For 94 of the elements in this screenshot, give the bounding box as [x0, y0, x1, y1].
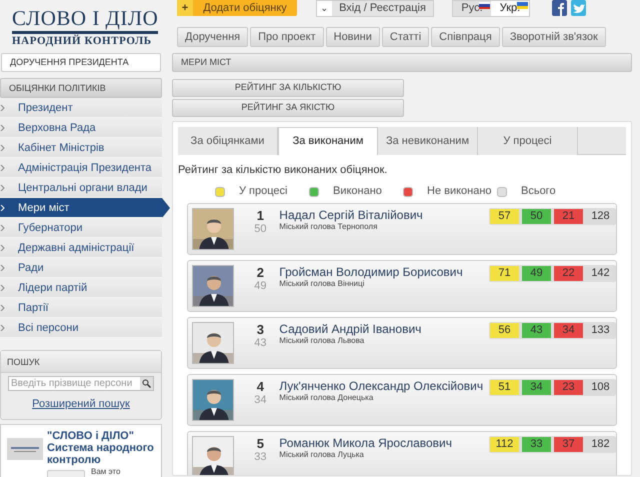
person-name-link[interactable]: Надал Сергій Віталійович — [279, 208, 489, 222]
add-promise-button[interactable]: + Додати обіцянку — [177, 0, 297, 16]
sidebar-item[interactable]: Всі персони — [0, 318, 162, 338]
logo-subtitle: НАРОДНИЙ КОНТРОЛЬ — [12, 35, 152, 48]
rank-number: 5 — [256, 436, 264, 450]
count-cell: 51 — [490, 380, 519, 394]
sidebar-item[interactable]: Президент — [0, 98, 162, 118]
logo-title[interactable]: СЛОВО І ДІЛО — [12, 6, 158, 34]
chevron-icon — [0, 164, 5, 170]
tab[interactable]: За обіцянками — [178, 127, 278, 155]
chevron-icon — [0, 184, 5, 190]
count-cell: 23 — [554, 380, 583, 394]
facebook-icon[interactable] — [552, 0, 567, 16]
chevron-icon — [0, 304, 5, 310]
person-name-link[interactable]: Романюк Микола Ярославович — [279, 436, 489, 450]
chevron-icon — [0, 244, 5, 250]
chevron-icon — [0, 104, 5, 110]
nav-tab[interactable]: Співпраця — [431, 27, 500, 47]
count-cell: 50 — [522, 208, 551, 224]
score-number: 43 — [254, 336, 267, 350]
chevron-icon — [0, 144, 5, 150]
nav-tab[interactable]: Статті — [382, 27, 430, 47]
rank-number: 2 — [256, 264, 264, 280]
chevron-icon — [0, 224, 5, 230]
section-header: ОБІЦЯНКИ ПОЛІТИКІВ — [0, 78, 162, 98]
sidebar-item[interactable]: Державні адміністрації — [0, 238, 162, 258]
nav-tab[interactable]: Про проект — [250, 27, 324, 47]
count-cell: 57 — [490, 208, 519, 224]
chevron-icon — [0, 324, 5, 330]
chevron-icon — [0, 284, 5, 290]
nav-tab[interactable]: Доручення — [177, 27, 248, 47]
tab[interactable]: За виконаним — [278, 127, 378, 155]
count-cell: 112 — [490, 436, 519, 452]
person-position: Міський голова Вінниці — [279, 278, 366, 288]
widget-title[interactable]: "СЛОВО і ДІЛО" Система народного контролю — [47, 430, 159, 466]
person-name-link[interactable]: Лук'янченко Олександр Олексійович — [279, 378, 489, 392]
count-cell: 22 — [554, 266, 583, 280]
person-name-link[interactable]: Садовий Андрій Іванович — [279, 322, 489, 336]
legend-label: Всього — [521, 184, 556, 200]
score-number: 49 — [254, 280, 267, 292]
sidebar-item[interactable]: Кабінет Міністрів — [0, 138, 162, 158]
count-cell: 37 — [554, 436, 583, 452]
rank-number: 3 — [256, 322, 264, 336]
count-cell: 71 — [490, 266, 519, 280]
sidebar-item[interactable]: Центральні органи влади — [0, 178, 162, 198]
sidebar-item[interactable]: Лідери партій — [0, 278, 162, 298]
dropdown-caret[interactable]: ⌄ — [317, 1, 332, 16]
person-position: Міський голова Луцька — [279, 450, 365, 460]
menu-link[interactable]: ДОРУЧЕННЯ ПРЕЗИДЕНТА — [1, 53, 161, 72]
sidebar-item[interactable]: Верховна Рада — [0, 118, 162, 138]
rank-number: 1 — [256, 208, 264, 222]
nav-tab[interactable]: Новини — [326, 27, 380, 47]
chevron-icon — [0, 204, 5, 210]
person-position: Міський голова Донецька — [279, 392, 374, 402]
count-cell: 34 — [554, 322, 583, 338]
login-link[interactable]: Вхід / Реєстрація — [332, 1, 433, 16]
legend-label: У процесі — [239, 184, 288, 200]
search-field[interactable]: Введіть прізвище персони — [8, 376, 154, 391]
count-cell: 56 — [490, 322, 519, 338]
tab[interactable]: За невиконаним — [378, 127, 478, 155]
count-cell: 21 — [554, 208, 583, 224]
nav-tab[interactable]: Зворотній зв'язок — [502, 27, 606, 47]
person-name-link[interactable]: Гройсман Володимир Борисович — [279, 264, 489, 278]
sidebar-item[interactable]: Губернатори — [0, 218, 162, 238]
logo-thumbnail-icon — [7, 438, 43, 460]
score-number: 34 — [254, 394, 267, 406]
chevron-icon — [0, 124, 5, 130]
person-position: Міський голова Львова — [279, 336, 366, 346]
count-cell: 43 — [522, 322, 551, 338]
description-text: Рейтинг за кількістю виконаних обіцянок. — [178, 163, 388, 178]
language-tab[interactable]: Рус. — [453, 1, 491, 16]
search-icon[interactable] — [140, 377, 153, 390]
legend-label: Не виконано — [427, 184, 493, 200]
sidebar-item[interactable]: Ради — [0, 258, 162, 278]
score-number: 33 — [254, 450, 267, 464]
count-cell: 49 — [522, 266, 551, 280]
count-cell: 33 — [522, 436, 551, 452]
advanced-search-link[interactable]: Розширений пошук — [32, 396, 130, 412]
chevron-icon — [0, 264, 5, 270]
tab[interactable]: У процесі — [478, 127, 578, 155]
rating-button[interactable]: РЕЙТИНГ ЗА КІЛЬКІСТЮ — [172, 79, 404, 97]
breadcrumb-bar: МЕРИ МІСТ — [172, 53, 632, 72]
legend-label: Виконано — [333, 184, 383, 200]
widget-note: Вам это — [91, 467, 120, 477]
person-position: Міський голова Тернополя — [279, 222, 378, 232]
language-tab[interactable]: Укр. — [491, 1, 529, 16]
sidebar-item[interactable]: Партії — [0, 298, 162, 318]
sidebar-item[interactable]: Мери міст — [0, 198, 170, 218]
rank-number: 4 — [256, 378, 264, 394]
score-number: 50 — [254, 222, 267, 236]
sidebar-item[interactable]: Адміністрація Президента — [0, 158, 162, 178]
count-cell: 34 — [522, 380, 551, 394]
rating-button[interactable]: РЕЙТИНГ ЗА ЯКІСТЮ — [172, 99, 404, 117]
panel-title: ПОШУК — [1, 351, 161, 373]
